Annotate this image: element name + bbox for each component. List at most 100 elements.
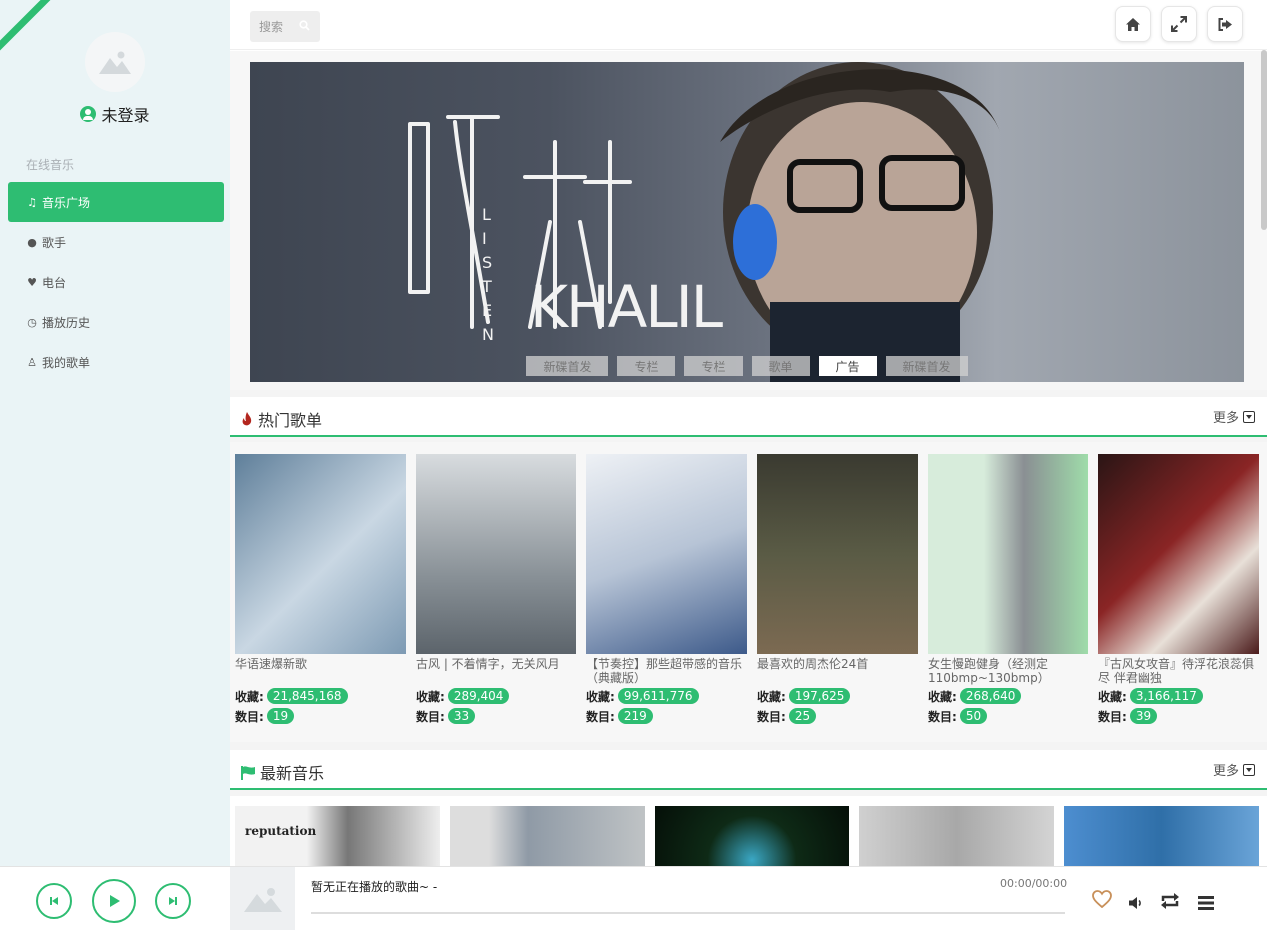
hot-more-link[interactable]: 更多 — [1213, 407, 1255, 426]
playlist-fav-stat: 收藏: 3,166,117 — [1098, 687, 1259, 705]
sign-out-icon — [1218, 17, 1232, 31]
playlist-count-stat: 数目: 39 — [1098, 707, 1259, 725]
search-icon[interactable] — [290, 19, 321, 34]
latest-songs: reputation — [230, 796, 1267, 866]
fav-count-badge: 21,845,168 — [266, 688, 348, 704]
playlist-title[interactable]: 最喜欢的周杰伦24首 — [757, 657, 918, 685]
banner-tab[interactable]: 新碟首发 — [526, 356, 609, 376]
playlist-fav-stat: 收藏: 99,611,776 — [586, 687, 747, 705]
sidebar-item-label: 电台 — [42, 275, 67, 290]
latest-more-link[interactable]: 更多 — [1213, 760, 1255, 779]
play-button[interactable] — [92, 879, 136, 923]
logout-button[interactable] — [1207, 6, 1243, 42]
playlist-count-stat: 数目: 219 — [586, 707, 747, 725]
section-title-text: 最新音乐 — [260, 764, 325, 783]
sidebar-item-label: 播放历史 — [42, 315, 91, 330]
playlist-cover[interactable] — [928, 454, 1088, 654]
playlist-card[interactable]: 最喜欢的周杰伦24首 收藏: 197,625 数目: 25 — [757, 454, 918, 725]
sidebar-item-history[interactable]: ◷ 播放历史 — [8, 302, 224, 342]
playlist-title[interactable]: 古风 | 不着情字，无关风月 — [416, 657, 576, 685]
clock-icon: ◷ — [27, 315, 37, 329]
sidebar-item-singers[interactable]: ● 歌手 — [8, 222, 224, 262]
user-icon: ♙ — [27, 355, 37, 369]
song-cover[interactable] — [655, 806, 849, 866]
flag-icon — [241, 765, 255, 780]
svg-text:E: E — [482, 301, 492, 320]
more-label: 更多 — [1212, 764, 1239, 779]
banner-tab[interactable]: 专栏 — [684, 356, 743, 376]
avatar[interactable] — [85, 32, 145, 92]
playlist-card[interactable]: 『古风女攻音』待浮花浪蕊俱尽 伴君幽独 收藏: 3,166,117 数目: 39 — [1098, 454, 1259, 725]
fav-count-badge: 268,640 — [959, 688, 1022, 704]
next-button[interactable] — [155, 883, 191, 919]
sidebar-item-music-square[interactable]: ♫ 音乐广场 — [8, 182, 224, 222]
song-count-badge: 33 — [447, 708, 476, 724]
playlist-cover[interactable] — [586, 454, 747, 654]
volume-button[interactable] — [1128, 891, 1144, 915]
playlist-title[interactable]: 【节奏控】那些超带感的音乐（典藏版） — [586, 657, 747, 685]
playlist-title[interactable]: 『古风女攻音』待浮花浪蕊俱尽 伴君幽独 — [1098, 657, 1259, 685]
playlist-cover[interactable] — [757, 454, 918, 654]
search-input[interactable]: 搜索 — [250, 11, 320, 42]
playlist-cover[interactable] — [235, 454, 406, 654]
expand-icon — [1171, 16, 1187, 32]
home-button[interactable] — [1115, 6, 1151, 42]
stat-label: 数目: — [235, 709, 264, 724]
playlist-title[interactable]: 女生慢跑健身（经测定110bmp~130bmp） — [928, 657, 1088, 685]
section-title-text: 热门歌单 — [258, 411, 323, 430]
playlist-card[interactable]: 女生慢跑健身（经测定110bmp~130bmp） 收藏: 268,640 数目: 5… — [928, 454, 1088, 725]
playlist-card[interactable]: 【节奏控】那些超带感的音乐（典藏版） 收藏: 99,611,776 数目: 219 — [586, 454, 747, 725]
banner-tabs: 新碟首发 专栏 专栏 歌单 广告 新碟首发 — [250, 356, 1244, 376]
playlist-card[interactable]: 古风 | 不着情字，无关风月 收藏: 289,404 数目: 33 — [416, 454, 576, 725]
image-placeholder-icon — [99, 51, 131, 74]
sidebar-item-radio[interactable]: ♥ 电台 — [8, 262, 224, 302]
playlist-cover[interactable] — [416, 454, 576, 654]
song-cover[interactable] — [859, 806, 1054, 866]
skip-back-icon — [50, 897, 58, 905]
now-playing-text: 暂无正在播放的歌曲~ - — [311, 880, 438, 894]
banner-tab[interactable]: 歌单 — [751, 356, 810, 376]
song-cover[interactable] — [450, 806, 645, 866]
banner-tab[interactable]: 专栏 — [617, 356, 676, 376]
playlist-menu-button[interactable] — [1197, 891, 1215, 915]
stat-label: 数目: — [586, 709, 615, 724]
banner-tab-active[interactable]: 广告 — [818, 356, 877, 376]
fire-icon — [242, 412, 252, 426]
banner-carousel[interactable]: L I S T E N KHALIL 新碟首发 专栏 专栏 歌单 广告 新碟首发 — [250, 62, 1244, 382]
song-cover[interactable]: reputation — [235, 806, 440, 866]
playlist-fav-stat: 收藏: 268,640 — [928, 687, 1088, 705]
player-bar: 暂无正在播放的歌曲~ - 00:00/00:00 — [0, 866, 1267, 930]
corner-ribbon — [0, 0, 65, 71]
sidebar-item-label: 歌手 — [42, 235, 67, 250]
user-status[interactable]: 未登录 — [0, 102, 230, 126]
stat-label: 数目: — [757, 709, 786, 724]
caret-square-down-icon — [1243, 763, 1255, 776]
banner-tab[interactable]: 新碟首发 — [885, 356, 968, 376]
playlist-card[interactable]: 华语速爆新歌 收藏: 21,845,168 数目: 19 — [235, 454, 406, 725]
svg-text:L: L — [482, 205, 491, 224]
repeat-button[interactable] — [1160, 890, 1180, 914]
like-button[interactable] — [1092, 889, 1112, 913]
svg-text:S: S — [482, 253, 492, 272]
playlist-title[interactable]: 华语速爆新歌 — [235, 657, 406, 685]
stat-label: 收藏: — [1098, 689, 1127, 704]
playlist-count-stat: 数目: 50 — [928, 707, 1088, 725]
sidebar-item-my-playlists[interactable]: ♙ 我的歌单 — [8, 342, 224, 382]
progress-bar[interactable] — [311, 912, 1065, 914]
scrollbar[interactable] — [1261, 50, 1267, 230]
stat-label: 收藏: — [235, 689, 264, 704]
prev-button[interactable] — [36, 883, 72, 919]
fav-count-badge: 3,166,117 — [1129, 688, 1203, 704]
image-placeholder-icon — [243, 888, 282, 912]
playlist-cover[interactable] — [1098, 454, 1259, 654]
search-placeholder: 搜索 — [259, 20, 284, 34]
fullscreen-button[interactable] — [1161, 6, 1197, 42]
cover-text: reputation — [245, 824, 317, 838]
play-time: 00:00/00:00 — [1000, 877, 1068, 890]
song-count-badge: 219 — [617, 708, 653, 724]
song-cover[interactable] — [1064, 806, 1259, 866]
stat-label: 收藏: — [928, 689, 957, 704]
stat-label: 收藏: — [757, 689, 786, 704]
stat-label: 收藏: — [416, 689, 445, 704]
menu-icon — [1198, 896, 1214, 910]
